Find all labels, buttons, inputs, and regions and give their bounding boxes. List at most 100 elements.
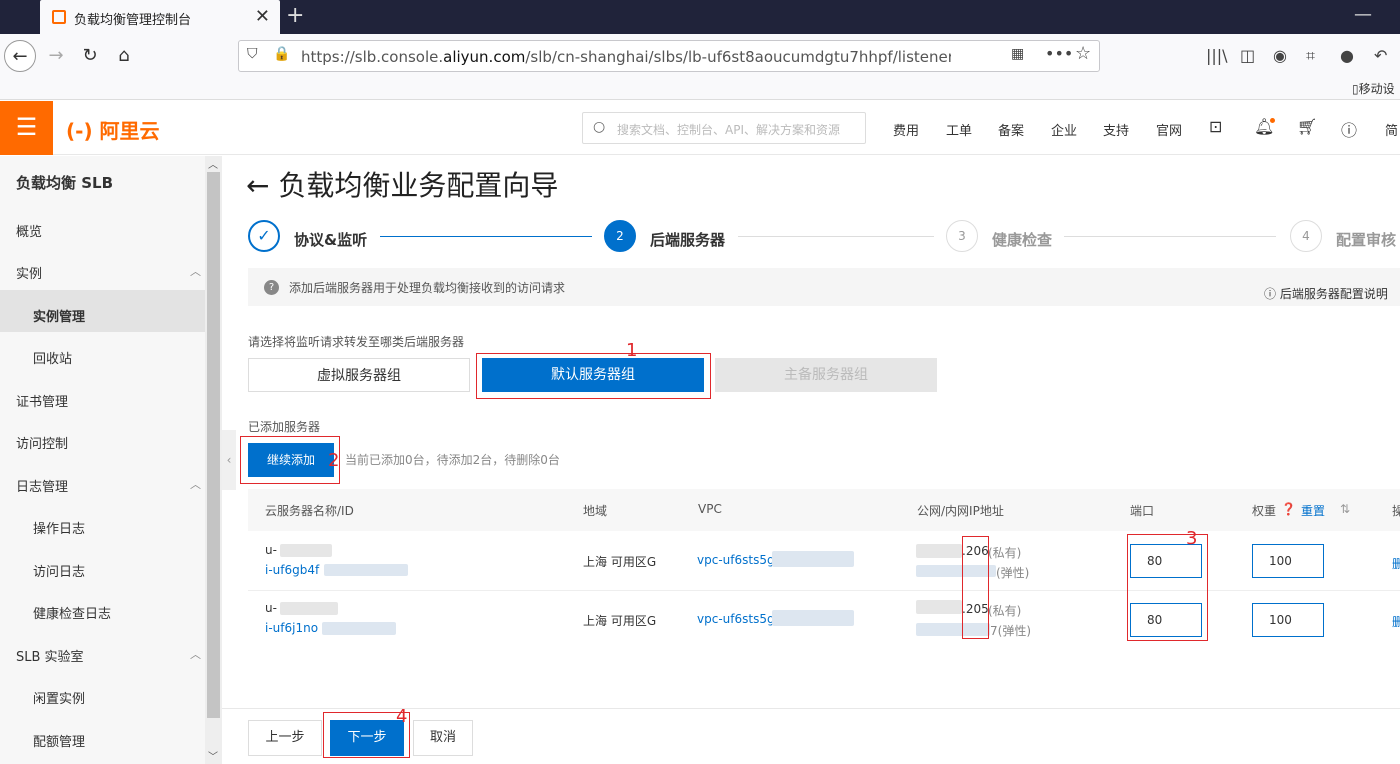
private-tag: (私有) [988,546,1022,560]
sidebar-item-instances[interactable]: 实例 [16,263,42,282]
weight-help-icon[interactable]: ❓ [1281,502,1296,516]
sidebar-item-access-control[interactable]: 访问控制 [16,433,68,452]
step-4-label: 配置审核 [1336,231,1397,249]
nav-icp[interactable]: 备案 [998,120,1024,139]
sidebar-item-access-logs[interactable]: 访问日志 [33,561,85,580]
public-tag: (弹性) [996,566,1030,580]
delete-link[interactable]: 删 [1392,613,1400,630]
library-icon[interactable]: |||\ [1206,46,1228,65]
account-icon[interactable]: ◉ [1273,46,1287,65]
weight-reset-link[interactable]: 重置 [1301,502,1325,519]
search-placeholder: 搜索文档、控制台、API、解决方案和资源 [617,123,840,137]
server-id-link[interactable]: i-uf6gb4f [265,563,319,577]
nav-website[interactable]: 官网 [1156,120,1182,139]
url-text[interactable]: https://slb.console.aliyun.com/slb/cn-sh… [301,48,951,66]
col-name-id: 云服务器名称/ID [265,504,354,518]
step-1-label: 协议&监听 [294,231,368,249]
help-icon[interactable]: ⓘ [1341,117,1357,141]
sidebar-item-recycle-bin[interactable]: 回收站 [33,348,72,367]
vpc-link[interactable]: vpc-uf6sts5g [697,553,775,567]
close-tab-icon[interactable]: ✕ [255,6,270,27]
mobile-bookmarks[interactable]: ▯移动设 [1352,80,1395,97]
info-text: 添加后端服务器用于处理负载均衡接收到的访问请求 [289,281,566,295]
region: 上海 可用区G [583,614,657,628]
server-name: u- [265,601,277,615]
sidebar-item-certificates[interactable]: 证书管理 [16,391,68,410]
step-3-label: 健康检查 [992,231,1053,249]
redacted-block [280,544,332,557]
sidebar-item-idle-instances[interactable]: 闲置实例 [33,688,85,707]
chevron-up-icon[interactable]: ︿ [190,646,201,662]
shield-icon[interactable]: ⛉ [247,46,258,62]
vpc-link[interactable]: vpc-uf6sts5g [697,612,775,626]
weight-input[interactable]: 100 [1252,603,1324,637]
terminal-icon[interactable]: ⊡ [1209,117,1222,136]
annotation-number-4: 4 [396,706,408,727]
active-item-highlight [0,290,205,332]
info-banner: ? 添加后端服务器用于处理负载均衡接收到的访问请求 ⓘ 后端服务器配置说明 [248,268,1400,306]
collapse-sidebar-icon[interactable]: ‹ [222,430,236,490]
virtual-group-button[interactable]: 虚拟服务器组 [248,358,470,392]
sidebar-item-operation-logs[interactable]: 操作日志 [33,518,85,537]
address-bar[interactable]: ⛉ 🔒 https://slb.console.aliyun.com/slb/c… [238,40,1100,72]
nav-enterprise[interactable]: 企业 [1051,120,1077,139]
sidebar-item-logs[interactable]: 日志管理 [16,476,68,495]
nav-tickets[interactable]: 工单 [946,120,972,139]
menu-icon[interactable]: ☰ [0,101,53,155]
new-tab-icon[interactable]: + [286,3,304,28]
sidebar-item-instance-management[interactable]: 实例管理 [33,306,85,325]
scroll-up-icon[interactable]: ︿ [208,156,218,171]
sidebar-item-quota[interactable]: 配额管理 [33,731,85,750]
sidebar-item-health-check-logs[interactable]: 健康检查日志 [33,603,111,622]
weight-input[interactable]: 100 [1252,544,1324,578]
cart-icon[interactable]: 🛒︎ [1297,117,1317,136]
undo-icon[interactable]: ↶ [1374,46,1387,65]
lock-icon[interactable]: 🔒 [273,46,290,62]
reload-icon[interactable]: ↻ [74,40,106,72]
sidebar-item-slb-lab[interactable]: SLB 实验室 [16,646,84,665]
more-icon[interactable]: ••• [1045,44,1073,63]
chat-icon[interactable]: ● [1340,46,1354,65]
home-icon[interactable]: ⌂ [108,40,140,72]
minimize-icon[interactable]: — [1354,4,1372,25]
annotation-box-ip [962,536,989,639]
forward-icon[interactable]: → [40,40,72,72]
delete-link[interactable]: 删 [1392,555,1400,572]
annotation-box-2 [240,436,340,484]
step-connector [1064,236,1276,237]
qr-code-icon[interactable]: ▦ [1011,46,1024,62]
redacted-block [324,564,408,576]
redacted-block [322,622,396,635]
back-arrow-icon[interactable]: ← [246,169,278,202]
sort-icon[interactable]: ⇅ [1340,502,1350,516]
sidebar-item-overview[interactable]: 概览 [16,221,42,240]
server-id-link[interactable]: i-uf6j1no [265,621,318,635]
question-circle-icon: ⓘ [1264,287,1280,301]
scroll-down-icon[interactable]: ﹀ [208,748,218,763]
notification-dot [1270,118,1275,123]
browser-nav-bar: ← → ↻ ⌂ ⛉ 🔒 https://slb.console.aliyun.c… [0,34,1400,78]
help-link[interactable]: ⓘ 后端服务器配置说明 [1264,285,1388,302]
chevron-up-icon[interactable]: ︿ [190,476,201,492]
col-port: 端口 [1130,504,1155,518]
nav-support[interactable]: 支持 [1103,120,1129,139]
bookmark-star-icon[interactable]: ☆ [1075,43,1091,64]
scrollbar-thumb[interactable] [207,172,220,718]
cancel-button[interactable]: 取消 [413,720,473,756]
region: 上海 可用区G [583,555,657,569]
search-input[interactable]: ○ 搜索文档、控制台、API、解决方案和资源 [582,112,866,144]
sidebar-title: 负载均衡 SLB [16,174,114,192]
prev-step-button[interactable]: 上一步 [248,720,322,756]
sidebar-toggle-icon[interactable]: ◫ [1240,46,1255,65]
aliyun-logo[interactable]: (-) 阿里云 [66,115,160,144]
chevron-up-icon[interactable]: ︿ [190,263,201,279]
sidebar: 负载均衡 SLB 概览 实例 ︿ 实例管理 回收站 证书管理 访问控制 日志管理… [0,156,205,764]
crop-icon[interactable]: ⌗ [1306,46,1315,66]
row-divider [248,590,1400,591]
back-icon[interactable]: ← [4,40,36,72]
nav-billing[interactable]: 费用 [893,120,919,139]
active-standby-group-button[interactable]: 主备服务器组 [715,358,937,392]
browser-tab[interactable]: 负载均衡管理控制台 ✕ [40,0,280,34]
language-switch[interactable]: 简 [1385,120,1398,139]
browser-tab-bar: 负载均衡管理控制台 ✕ + — [0,0,1400,34]
